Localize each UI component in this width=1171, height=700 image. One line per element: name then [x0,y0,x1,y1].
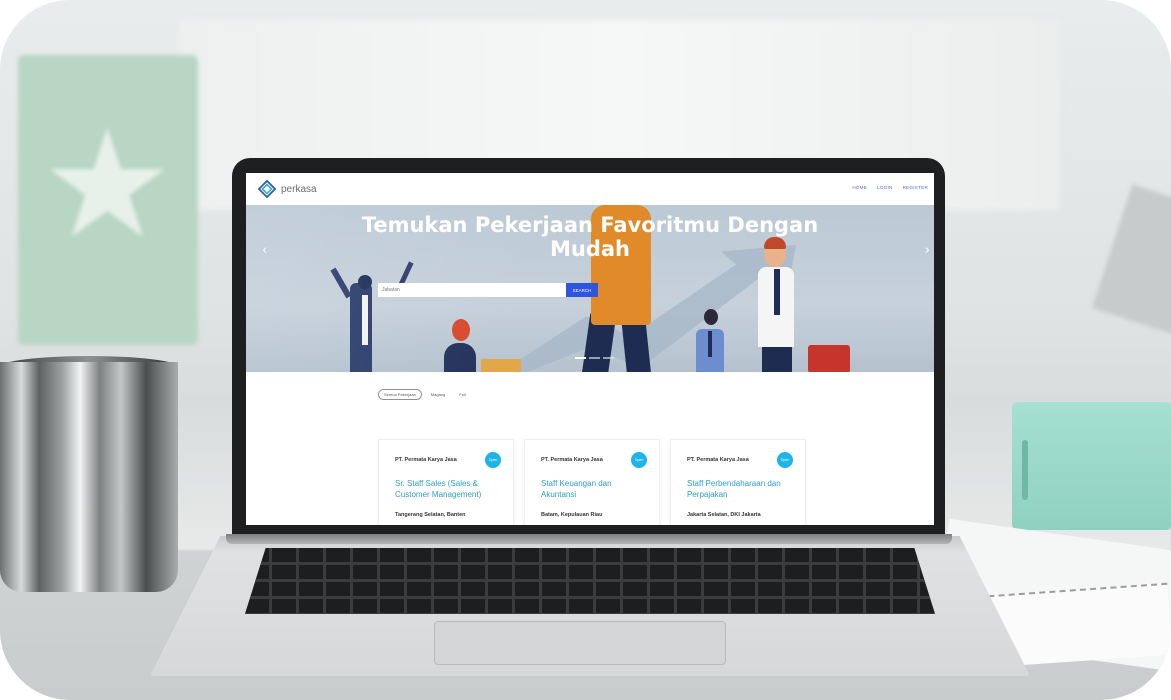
status-badge: Open [485,452,501,468]
hero-carousel: Temukan Pekerjaan Favoritmu Dengan Mudah… [246,205,934,372]
carousel-indicator[interactable] [589,357,600,359]
job-card-title[interactable]: Staff Keuangan dan Akuntansi [541,478,645,500]
nav-link-login[interactable]: LOGIN [877,185,893,190]
carousel-indicator[interactable] [575,357,586,359]
job-card[interactable]: PT. Permata Karya Jasa Open Sr. Staff Sa… [378,439,514,525]
illustration-head [358,275,372,289]
carousel-prev-icon[interactable]: ‹ [262,243,267,258]
search-bar: SEARCH [378,283,598,297]
navbar: perkasa HOME LOGIN REGISTER [246,173,934,206]
job-cards: PT. Permata Karya Jasa Open Sr. Staff Sa… [378,439,806,525]
metal-mug [0,362,178,592]
job-card[interactable]: PT. Permata Karya Jasa Open Staff Perben… [670,439,806,525]
carousel-next-icon[interactable]: › [925,243,930,258]
job-card-location: Jakarta Selatan, DKI Jakarta [687,512,761,518]
tab-magang[interactable]: Magang [426,390,450,399]
laptop-screen: perkasa HOME LOGIN REGISTER Temukan Peke… [246,173,934,525]
brand-name: perkasa [281,183,317,195]
job-card-location: Batam, Kepulauan Riau [541,512,603,518]
brand[interactable]: perkasa [258,180,317,198]
job-filter-tabs: Semua Pekerjaan Magang Full [378,389,471,400]
keyboard-rows [245,548,935,614]
speaker-grill [1022,440,1028,500]
illustration-legs [762,345,792,372]
tab-full[interactable]: Full [454,390,470,399]
background-object [1092,184,1171,336]
job-card-title[interactable]: Staff Perbendaharaan dan Perpajakan [687,478,791,500]
hero-title-line1: Temukan Pekerjaan Favoritmu Dengan [361,213,819,237]
illustration-tie [774,269,780,315]
job-card-location: Tangerang Selatan, Banten [395,512,466,518]
illustration-shirt [362,295,368,345]
search-button[interactable]: SEARCH [566,283,598,297]
hero-title: Temukan Pekerjaan Favoritmu Dengan Mudah [246,213,934,261]
job-card-company: PT. Permata Karya Jasa [541,457,603,463]
illustration-tie [708,331,712,357]
carousel-indicator[interactable] [603,357,614,359]
nav-link-home[interactable]: HOME [852,185,867,190]
illustration-laptop [481,359,521,372]
illustration-woman [350,283,372,372]
hero-title-line2: Mudah [549,237,630,261]
photo-frame: ★ perkasa HOME LOGIN REGISTER Temukan Pe… [0,0,1171,700]
job-card-title[interactable]: Sr. Staff Sales (Sales & Customer Manage… [395,478,499,500]
illustration-head [452,319,470,341]
illustration-arm [330,267,352,299]
star-decoration-icon: ★ [40,98,175,272]
job-card-company: PT. Permata Karya Jasa [395,457,457,463]
teal-speaker [1012,402,1171,530]
status-badge: Open [777,452,793,468]
laptop-trackpad [434,621,726,665]
carousel-indicators [575,357,614,359]
nav-links: HOME LOGIN REGISTER [852,185,928,190]
laptop-hinge [226,534,952,544]
diamond-logo-icon [258,180,276,198]
search-input[interactable] [378,283,566,297]
status-badge: Open [631,452,647,468]
job-card[interactable]: PT. Permata Karya Jasa Open Staff Keuang… [524,439,660,525]
nav-link-register[interactable]: REGISTER [903,185,928,190]
illustration-head [704,309,718,325]
illustration-girl [444,343,476,372]
briefcase-icon [808,345,850,372]
job-card-company: PT. Permata Karya Jasa [687,457,749,463]
tab-semua-pekerjaan[interactable]: Semua Pekerjaan [378,389,422,400]
